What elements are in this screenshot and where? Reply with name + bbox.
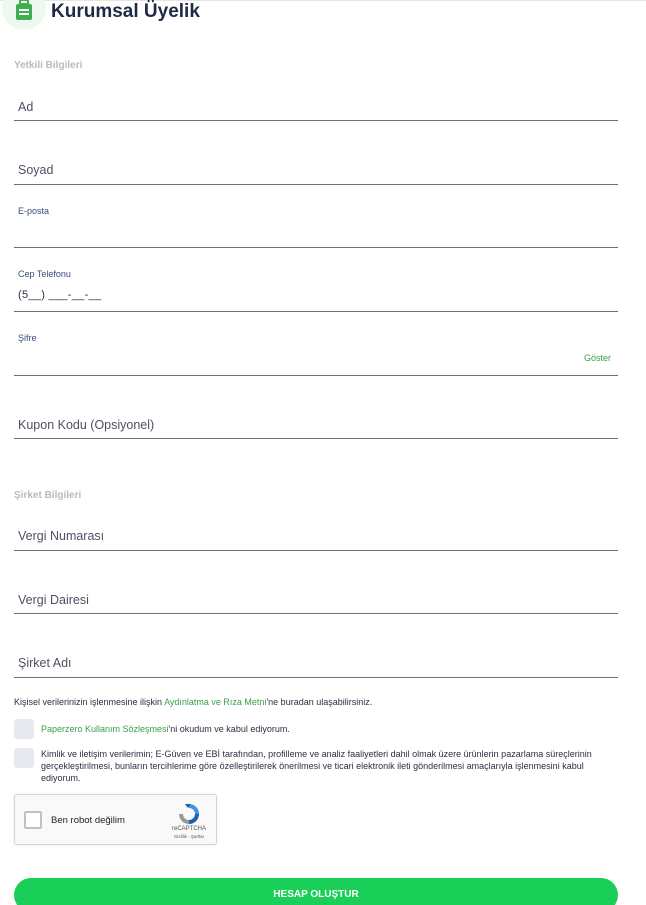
recaptcha-label: Ben robot değilim xyxy=(51,815,125,826)
tax-office-field[interactable]: Vergi Dairesi xyxy=(14,587,618,614)
coupon-placeholder: Kupon Kodu (Opsiyonel) xyxy=(18,418,155,432)
recaptcha-brand: reCAPTCHA xyxy=(171,826,206,832)
coupon-field[interactable]: Kupon Kodu (Opsiyonel) xyxy=(14,412,618,439)
create-account-button[interactable]: HESAP OLUŞTUR xyxy=(14,878,618,905)
last-name-field[interactable]: Soyad xyxy=(14,158,618,185)
terms-suffix: 'ni okudum ve kabul ediyorum. xyxy=(168,724,290,734)
company-name-placeholder: Şirket Adı xyxy=(18,656,72,670)
phone-value: (5__) ___-__-__ xyxy=(18,289,102,301)
privacy-notice-link[interactable]: Aydınlatma ve Rıza Metni xyxy=(164,697,266,707)
privacy-notice-prefix: Kişisel verilerinizin işlenmesine ilişki… xyxy=(14,697,165,707)
phone-field[interactable]: Cep Telefonu (5__) ___-__-__ xyxy=(14,269,618,312)
terms-consent-text: Paperzero Kullanım Sözleşmesi'ni okudum … xyxy=(41,719,290,739)
briefcase-icon xyxy=(16,0,32,20)
recaptcha-widget: Ben robot değilim reCAPTCHA Gizlilik - Ş… xyxy=(14,794,217,845)
terms-consent-row: Paperzero Kullanım Sözleşmesi'ni okudum … xyxy=(14,719,290,739)
privacy-notice-suffix: 'ne buradan ulaşabilirsiniz. xyxy=(266,697,373,707)
email-label: E-posta xyxy=(18,206,50,216)
email-field[interactable]: E-posta xyxy=(14,206,618,248)
privacy-notice: Kişisel verilerinizin işlenmesine ilişki… xyxy=(14,697,372,707)
section-company-title: Şirket Bilgileri xyxy=(14,490,82,501)
terms-link[interactable]: Paperzero Kullanım Sözleşmesi xyxy=(41,724,169,734)
password-field[interactable]: Şifre Göster xyxy=(14,333,618,376)
marketing-consent-text: Kimlik ve iletişim verilerimin; E-Güven … xyxy=(41,749,592,783)
password-label: Şifre xyxy=(18,333,37,343)
marketing-consent-row: Kimlik ve iletişim verilerimin; E-Güven … xyxy=(14,748,618,784)
marketing-checkbox[interactable] xyxy=(14,748,34,768)
last-name-placeholder: Soyad xyxy=(18,163,54,177)
recaptcha-icon xyxy=(179,804,199,824)
tax-number-field[interactable]: Vergi Numarası xyxy=(14,523,618,551)
tax-number-placeholder: Vergi Numarası xyxy=(18,529,105,543)
company-name-field[interactable]: Şirket Adı xyxy=(14,650,618,678)
recaptcha-checkbox[interactable] xyxy=(24,811,42,829)
section-authorized-title: Yetkili Bilgileri xyxy=(14,60,83,71)
first-name-field[interactable]: Ad xyxy=(14,94,618,121)
recaptcha-links[interactable]: Gizlilik - Şartlar xyxy=(163,834,215,839)
first-name-placeholder: Ad xyxy=(18,100,34,114)
phone-label: Cep Telefonu xyxy=(18,269,71,279)
tax-office-placeholder: Vergi Dairesi xyxy=(18,593,89,607)
terms-checkbox[interactable] xyxy=(14,719,34,739)
show-password-button[interactable]: Göster xyxy=(584,353,611,363)
page-title: Kurumsal Üyelik xyxy=(51,1,200,22)
